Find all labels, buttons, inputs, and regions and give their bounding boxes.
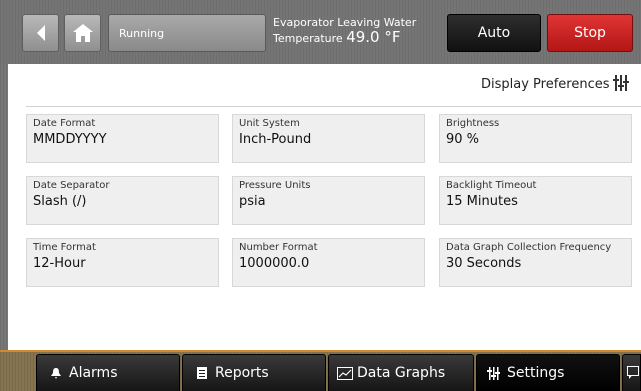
chat-icon [627,366,639,380]
tab-alarms[interactable]: Alarms [36,354,180,391]
back-button[interactable] [22,14,59,52]
setting-number-format[interactable]: Number Format 1000000.0 [232,238,425,287]
tab-label: Alarms [69,365,118,381]
setting-brightness[interactable]: Brightness 90 % [439,114,632,163]
setting-value: psia [239,194,266,209]
setting-value: Inch-Pound [239,132,312,147]
tab-data-graphs[interactable]: Data Graphs [328,354,474,391]
panel-title: Display Preferences [481,77,610,92]
setting-pressure-units[interactable]: Pressure Units psia [232,176,425,225]
tab-label: Reports [215,365,269,381]
tab-reports[interactable]: Reports [182,354,326,391]
setting-backlight-timeout[interactable]: Backlight Timeout 15 Minutes [439,176,632,225]
setting-label: Date Format [33,118,96,129]
bell-icon [51,367,61,379]
auto-button[interactable]: Auto [447,14,541,52]
tab-label: Settings [507,365,565,381]
setting-label: Date Separator [33,180,110,191]
sliders-icon[interactable] [612,75,630,91]
home-icon [72,24,93,42]
tab-more[interactable] [622,354,641,391]
auto-button-label: Auto [477,25,511,41]
setting-value: Slash (/) [33,194,87,209]
setting-label: Backlight Timeout [446,180,537,191]
setting-value: 30 Seconds [446,256,522,271]
setting-value: 15 Minutes [446,194,518,209]
setting-label: Data Graph Collection Frequency [446,242,612,253]
setting-value: MMDDYYYY [33,132,107,147]
setting-date-separator[interactable]: Date Separator Slash (/) [26,176,219,225]
stop-button-label: Stop [574,25,606,41]
arrow-left-icon [36,25,45,41]
setting-label: Pressure Units [239,180,311,191]
tab-settings[interactable]: Settings [476,354,620,391]
temp-value: 49.0 °F [346,28,401,46]
setting-unit-system[interactable]: Unit System Inch-Pound [232,114,425,163]
setting-date-format[interactable]: Date Format MMDDYYYY [26,114,219,163]
home-button[interactable] [64,14,101,52]
status-text: Running [119,26,165,40]
left-edge-strip [0,64,8,350]
setting-value: 1000000.0 [239,256,310,271]
chart-icon [337,366,353,380]
setting-label: Unit System [239,118,300,129]
status-indicator[interactable]: Running [108,14,266,52]
setting-label: Time Format [33,242,96,253]
evaporator-temp-readout: Evaporator Leaving Water Temperature 49.… [273,16,416,46]
setting-value: 12-Hour [33,256,86,271]
setting-data-graph-frequency[interactable]: Data Graph Collection Frequency 30 Secon… [439,238,632,287]
tab-label: Data Graphs [357,365,446,381]
setting-time-format[interactable]: Time Format 12-Hour [26,238,219,287]
document-icon [197,367,207,379]
stop-button[interactable]: Stop [547,14,633,52]
panel-divider [26,106,641,107]
setting-value: 90 % [446,132,480,147]
sliders-icon [487,366,501,380]
setting-label: Number Format [239,242,318,253]
display-preferences-panel: Display Preferences Date Format MMDDYYYY… [8,64,641,350]
temp-label-line2: Temperature [273,32,343,45]
setting-label: Brightness [446,118,500,129]
